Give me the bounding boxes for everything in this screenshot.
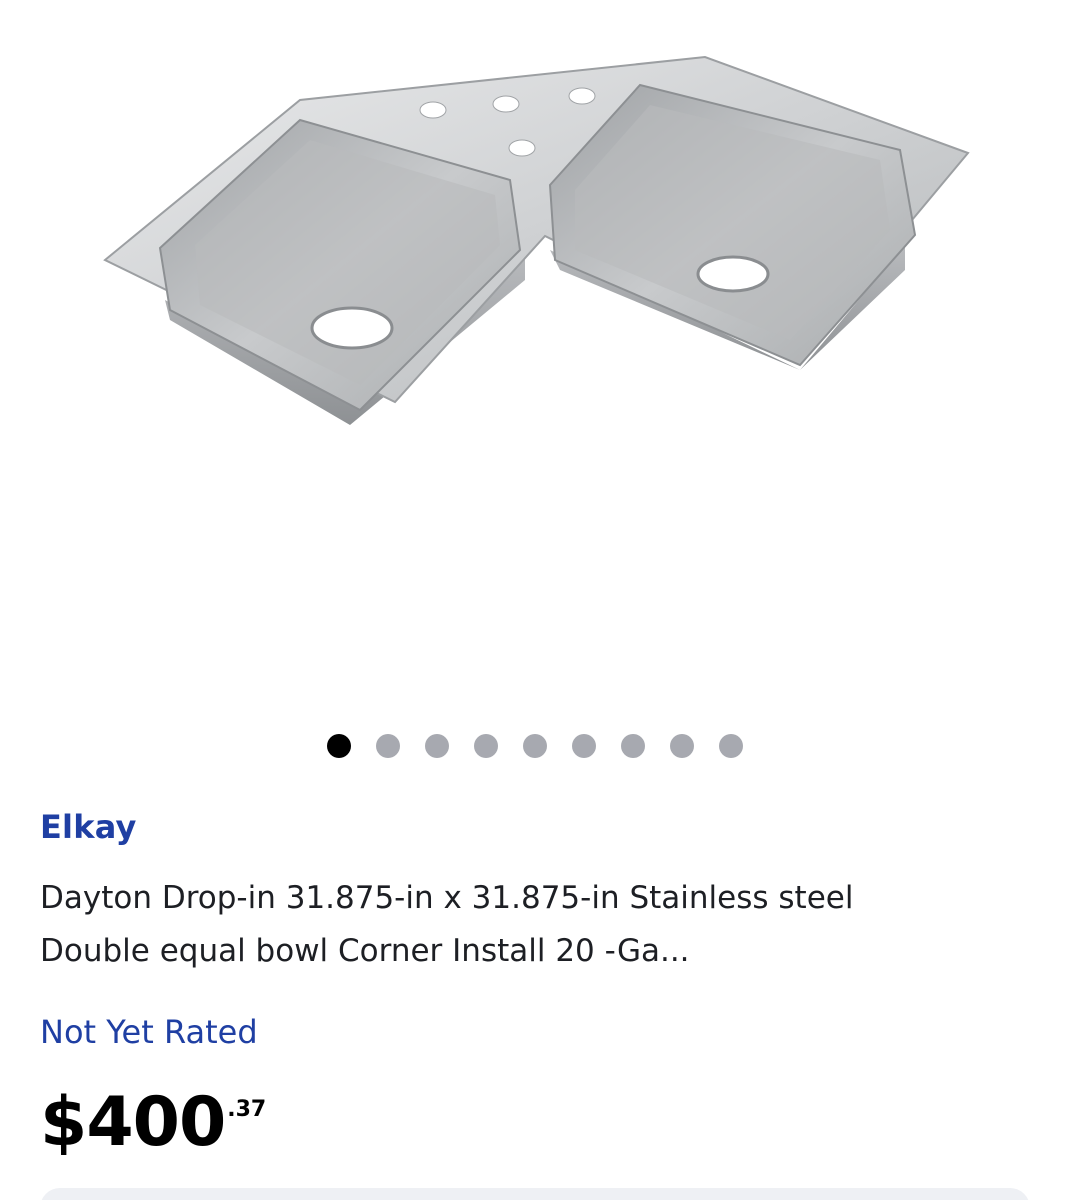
rating-link[interactable]: Not Yet Rated — [40, 1013, 258, 1051]
carousel-dot-2[interactable] — [376, 734, 400, 758]
carousel-dot-3[interactable] — [425, 734, 449, 758]
carousel-dot-7[interactable] — [621, 734, 645, 758]
carousel-dot-9[interactable] — [719, 734, 743, 758]
carousel-dot-5[interactable] — [523, 734, 547, 758]
brand-link[interactable]: Elkay — [40, 808, 137, 846]
product-price: $400 .37 — [40, 1082, 266, 1164]
carousel-dot-4[interactable] — [474, 734, 498, 758]
product-title: Dayton Drop-in 31.875-in x 31.875-in Sta… — [40, 880, 854, 969]
carousel-dot-6[interactable] — [572, 734, 596, 758]
carousel-dot-8[interactable] — [670, 734, 694, 758]
carousel-dot-1[interactable] — [327, 734, 351, 758]
sink-illustration — [103, 55, 970, 425]
bottom-panel — [40, 1188, 1030, 1200]
product-detail-page: Elkay Dayton Drop-in 31.875-in x 31.875-… — [0, 0, 1070, 1200]
price-dollars: $400 — [40, 1083, 226, 1162]
image-carousel-pagination — [0, 734, 1070, 758]
product-image[interactable] — [0, 0, 1070, 720]
price-cents: .37 — [227, 1097, 267, 1122]
